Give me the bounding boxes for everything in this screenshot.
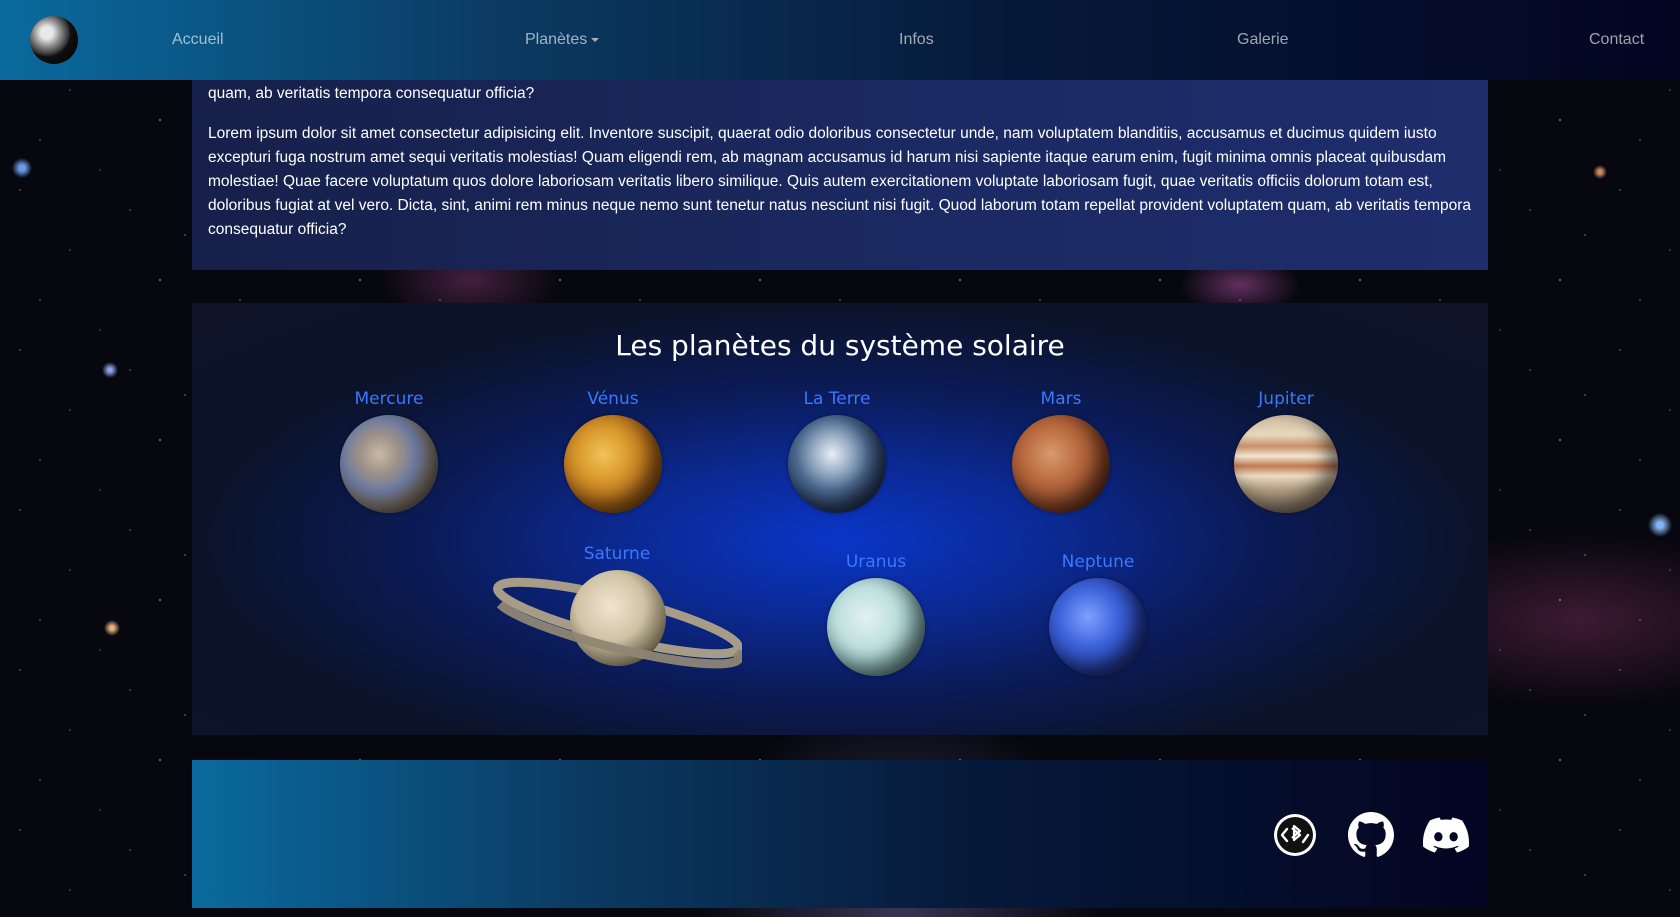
planet-card-saturne[interactable]: Saturne bbox=[492, 544, 742, 684]
intro-paragraph: Lorem ipsum dolor sit amet consectetur a… bbox=[208, 125, 1472, 238]
nav-dropdown-label: Planètes bbox=[525, 31, 588, 48]
saturn-image bbox=[493, 570, 742, 669]
footer bbox=[192, 760, 1488, 908]
neptune-image bbox=[1049, 578, 1147, 676]
navbar: Accueil Planètes Infos Galerie Contact bbox=[0, 0, 1680, 80]
planet-label[interactable]: Vénus bbox=[563, 389, 663, 409]
bluetooth-code-icon[interactable] bbox=[1272, 812, 1318, 858]
mercury-image bbox=[340, 415, 438, 513]
planet-card-neptune[interactable]: Neptune bbox=[1048, 552, 1148, 676]
jupiter-image bbox=[1234, 415, 1338, 513]
discord-icon[interactable] bbox=[1423, 812, 1469, 858]
earth-icon[interactable] bbox=[30, 16, 78, 64]
planets-section: Les planètes du système solaire Mercure … bbox=[192, 303, 1488, 735]
planet-label[interactable]: La Terre bbox=[787, 389, 887, 409]
planet-label[interactable]: Jupiter bbox=[1233, 389, 1339, 409]
planet-label[interactable]: Uranus bbox=[826, 552, 926, 572]
planet-card-mercure[interactable]: Mercure bbox=[339, 389, 439, 513]
intro-section: quam, ab veritatis tempora consequatur o… bbox=[192, 80, 1488, 270]
mars-image bbox=[1012, 415, 1110, 513]
planet-label[interactable]: Saturne bbox=[492, 544, 742, 564]
planet-card-uranus[interactable]: Uranus bbox=[826, 552, 926, 676]
caret-down-icon bbox=[591, 37, 600, 42]
github-icon[interactable] bbox=[1348, 812, 1394, 858]
planet-card-mars[interactable]: Mars bbox=[1011, 389, 1111, 513]
planet-card-venus[interactable]: Vénus bbox=[563, 389, 663, 513]
nav-link-contact[interactable]: Contact bbox=[1589, 31, 1644, 49]
earth-image bbox=[788, 415, 886, 513]
nav-link-galerie[interactable]: Galerie bbox=[1237, 31, 1289, 49]
section-title: Les planètes du système solaire bbox=[615, 329, 1065, 362]
venus-image bbox=[564, 415, 662, 513]
planet-label[interactable]: Mercure bbox=[339, 389, 439, 409]
planet-card-terre[interactable]: La Terre bbox=[787, 389, 887, 513]
planet-label[interactable]: Neptune bbox=[1048, 552, 1148, 572]
planet-label[interactable]: Mars bbox=[1011, 389, 1111, 409]
nav-link-accueil[interactable]: Accueil bbox=[172, 31, 224, 49]
intro-paragraph-tail: quam, ab veritatis tempora consequatur o… bbox=[208, 85, 535, 102]
nav-dropdown-planetes[interactable]: Planètes bbox=[525, 31, 600, 49]
planet-card-jupiter[interactable]: Jupiter bbox=[1233, 389, 1339, 513]
uranus-image bbox=[827, 578, 925, 676]
nav-link-infos[interactable]: Infos bbox=[899, 31, 934, 49]
